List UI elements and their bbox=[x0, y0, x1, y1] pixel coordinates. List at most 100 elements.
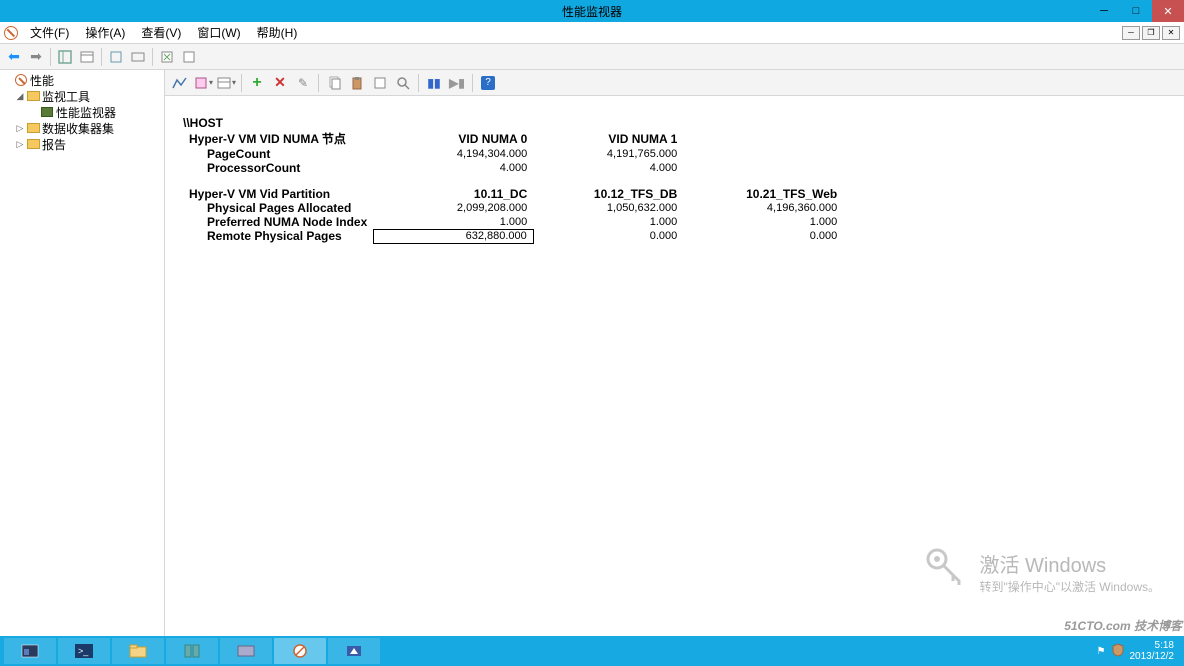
cell-value-selected[interactable]: 632,880.000 bbox=[373, 229, 533, 243]
export-button[interactable] bbox=[179, 47, 199, 67]
menu-window[interactable]: 窗口(W) bbox=[189, 24, 248, 41]
expander-icon[interactable]: ▷ bbox=[14, 123, 26, 134]
toolbar-button-1[interactable] bbox=[106, 47, 126, 67]
tray-date: 2013/12/2 bbox=[1130, 651, 1175, 662]
tree-monitor-tools[interactable]: ◢ 监视工具 bbox=[0, 88, 164, 104]
add-counter-button[interactable]: + bbox=[246, 73, 268, 93]
counter-label: PageCount bbox=[177, 147, 373, 161]
cell-value: 1.000 bbox=[683, 215, 843, 229]
tray-shield-icon[interactable] bbox=[1112, 643, 1124, 660]
cell-value: 4,196,360.000 bbox=[683, 201, 843, 215]
menu-file[interactable]: 文件(F) bbox=[22, 24, 77, 41]
task-app5[interactable] bbox=[220, 638, 272, 664]
table-row[interactable]: Physical Pages Allocated 2,099,208.000 1… bbox=[177, 201, 843, 215]
content-toolbar: ▾ ▾ + ✕ ✎ ▮▮ ▶▮ ? bbox=[165, 70, 1184, 96]
cell-value: 1,050,632.000 bbox=[533, 201, 683, 215]
window-title: 性能监视器 bbox=[562, 3, 622, 20]
key-icon bbox=[923, 545, 967, 598]
svg-text:>_: >_ bbox=[78, 646, 89, 656]
view-report-button[interactable]: ▾ bbox=[215, 73, 237, 93]
table-row[interactable]: Remote Physical Pages 632,880.000 0.000 … bbox=[177, 229, 843, 243]
separator bbox=[101, 48, 102, 66]
help-button[interactable]: ? bbox=[477, 73, 499, 93]
folder-icon bbox=[26, 137, 40, 151]
menu-help[interactable]: 帮助(H) bbox=[249, 24, 306, 41]
separator bbox=[418, 74, 419, 92]
col-header: 10.11_DC bbox=[373, 187, 533, 201]
task-hyperv[interactable] bbox=[166, 638, 218, 664]
cell-value: 2,099,208.000 bbox=[373, 201, 533, 215]
window-controls: ─ □ ✕ bbox=[1088, 0, 1184, 22]
separator bbox=[318, 74, 319, 92]
counter-label: Remote Physical Pages bbox=[177, 229, 373, 243]
highlight-button[interactable]: ✎ bbox=[292, 73, 314, 93]
separator bbox=[152, 48, 153, 66]
tray-time: 5:18 bbox=[1130, 640, 1175, 651]
cell-value: 0.000 bbox=[533, 229, 683, 243]
mdi-restore-button[interactable]: ❐ bbox=[1142, 26, 1160, 40]
group1-label: Hyper-V VM VID NUMA 节点 bbox=[177, 130, 373, 147]
table-row[interactable]: ProcessorCount 4.000 4.000 bbox=[177, 161, 843, 175]
freeze-button[interactable]: ▮▮ bbox=[423, 73, 445, 93]
menu-action[interactable]: 操作(A) bbox=[77, 24, 133, 41]
expander-icon[interactable]: ◢ bbox=[14, 91, 26, 102]
counter-label: Physical Pages Allocated bbox=[177, 201, 373, 215]
separator bbox=[241, 74, 242, 92]
tray-clock[interactable]: 5:18 2013/12/2 bbox=[1130, 640, 1175, 662]
update-button[interactable]: ▶▮ bbox=[446, 73, 468, 93]
paste-button[interactable] bbox=[346, 73, 368, 93]
tree-label: 监视工具 bbox=[42, 88, 90, 105]
task-perfmon[interactable] bbox=[274, 638, 326, 664]
properties-button[interactable] bbox=[369, 73, 391, 93]
watermark-subtitle: 转到"操作中心"以激活 Windows。 bbox=[979, 578, 1160, 595]
tree-reports[interactable]: ▷ 报告 bbox=[0, 136, 164, 152]
task-powershell[interactable]: >_ bbox=[58, 638, 110, 664]
report-table: \\HOST Hyper-V VM VID NUMA 节点 VID NUMA 0… bbox=[177, 116, 844, 244]
perf-icon bbox=[14, 73, 28, 87]
refresh-button[interactable] bbox=[157, 47, 177, 67]
col-header: VID NUMA 0 bbox=[373, 130, 533, 147]
zoom-button[interactable] bbox=[392, 73, 414, 93]
separator bbox=[50, 48, 51, 66]
mdi-controls: ─ ❐ ✕ bbox=[1122, 26, 1184, 40]
tree-label: 性能 bbox=[30, 72, 54, 89]
tree-label: 报告 bbox=[42, 136, 66, 153]
tree-root[interactable]: 性能 bbox=[0, 72, 164, 88]
folder-icon bbox=[26, 89, 40, 103]
maximize-button[interactable]: □ bbox=[1120, 0, 1152, 22]
properties-button[interactable] bbox=[77, 47, 97, 67]
view-histogram-button[interactable]: ▾ bbox=[192, 73, 214, 93]
report-view: \\HOST Hyper-V VM VID NUMA 节点 VID NUMA 0… bbox=[165, 96, 1184, 636]
watermark-title: 激活 Windows bbox=[979, 549, 1160, 578]
expander-icon[interactable]: ▷ bbox=[14, 139, 26, 150]
minimize-button[interactable]: ─ bbox=[1088, 0, 1120, 22]
counter-label: ProcessorCount bbox=[177, 161, 373, 175]
group2-label: Hyper-V VM Vid Partition bbox=[177, 187, 373, 201]
toolbar-button-2[interactable] bbox=[128, 47, 148, 67]
menu-view[interactable]: 查看(V) bbox=[133, 24, 189, 41]
system-tray: ⚑ 5:18 2013/12/2 bbox=[1097, 640, 1180, 662]
cell-value: 1.000 bbox=[533, 215, 683, 229]
activation-watermark: 激活 Windows 转到"操作中心"以激活 Windows。 bbox=[923, 545, 1160, 598]
tray-flag-icon[interactable]: ⚑ bbox=[1097, 646, 1106, 657]
task-server-manager[interactable] bbox=[4, 638, 56, 664]
close-button[interactable]: ✕ bbox=[1152, 0, 1184, 22]
cell-value: 4,191,765.000 bbox=[533, 147, 683, 161]
delete-counter-button[interactable]: ✕ bbox=[269, 73, 291, 93]
table-row[interactable]: Preferred NUMA Node Index 1.000 1.000 1.… bbox=[177, 215, 843, 229]
mdi-close-button[interactable]: ✕ bbox=[1162, 26, 1180, 40]
task-app7[interactable] bbox=[328, 638, 380, 664]
back-button[interactable]: ⬅ bbox=[4, 47, 24, 67]
cell-value: 1.000 bbox=[373, 215, 533, 229]
show-hide-tree-button[interactable] bbox=[55, 47, 75, 67]
tree-perf-monitor[interactable]: 性能监视器 bbox=[0, 104, 164, 120]
cell-value: 4,194,304.000 bbox=[373, 147, 533, 161]
mdi-minimize-button[interactable]: ─ bbox=[1122, 26, 1140, 40]
tree-panel: 性能 ◢ 监视工具 性能监视器 ▷ 数据收集器集 ▷ 报告 bbox=[0, 70, 165, 636]
task-explorer[interactable] bbox=[112, 638, 164, 664]
copy-button[interactable] bbox=[323, 73, 345, 93]
view-graph-button[interactable] bbox=[169, 73, 191, 93]
tree-collector-sets[interactable]: ▷ 数据收集器集 bbox=[0, 120, 164, 136]
forward-button[interactable]: ➡ bbox=[26, 47, 46, 67]
table-row[interactable]: PageCount 4,194,304.000 4,191,765.000 bbox=[177, 147, 843, 161]
